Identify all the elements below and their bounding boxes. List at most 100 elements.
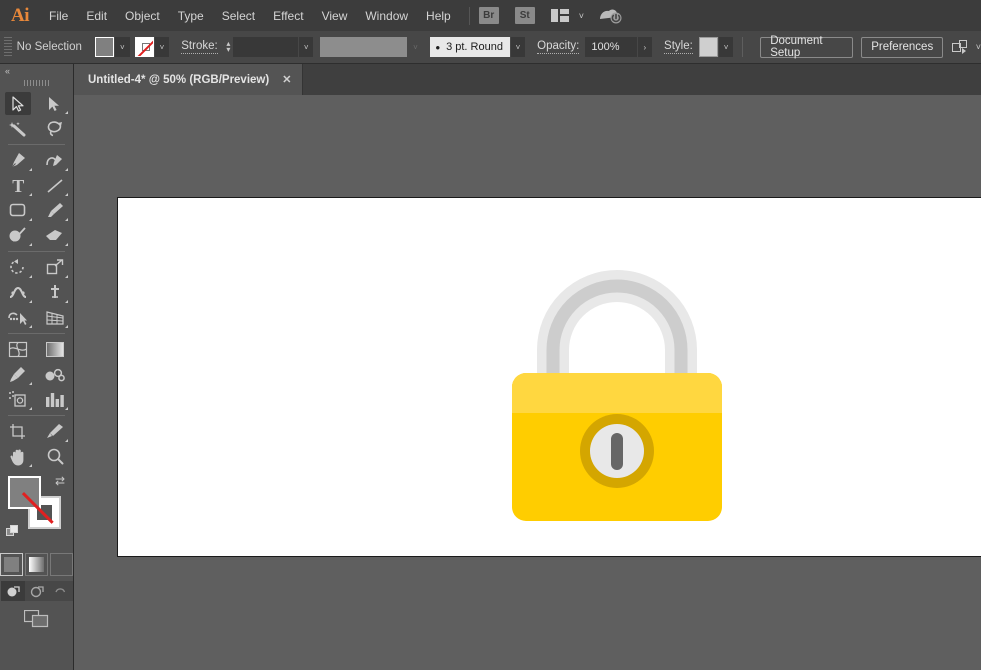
scale-tool[interactable]: [37, 255, 74, 280]
menu-item-type[interactable]: Type: [169, 4, 213, 28]
control-bar-grip[interactable]: [4, 37, 12, 57]
menu-item-window[interactable]: Window: [356, 4, 417, 28]
menu-item-edit[interactable]: Edit: [77, 4, 116, 28]
magic-wand-tool[interactable]: [0, 116, 37, 141]
stroke-weight-input[interactable]: [233, 37, 298, 57]
line-segment-tool[interactable]: [37, 173, 74, 198]
variable-width-profile-input: [320, 37, 407, 57]
brush-definition-chevron-down-icon[interactable]: ˅: [511, 37, 525, 57]
tools-grid-group-2: T: [0, 148, 73, 248]
bridge-button[interactable]: Br: [479, 7, 499, 24]
stroke-weight-stepper[interactable]: ▴▾: [224, 37, 233, 57]
tools-panel: «: [0, 64, 74, 670]
menu-item-file[interactable]: File: [40, 4, 77, 28]
draw-normal-mode[interactable]: [1, 581, 25, 601]
pen-tool[interactable]: [0, 148, 37, 173]
arrange-documents-icon[interactable]: [952, 40, 970, 55]
lasso-tool[interactable]: [37, 116, 74, 141]
tools-divider: [8, 251, 65, 252]
slice-tool[interactable]: [37, 419, 74, 444]
menu-item-object[interactable]: Object: [116, 4, 169, 28]
tools-divider: [8, 144, 65, 145]
close-icon[interactable]: ✕: [282, 73, 291, 86]
opacity-label: Opacity:: [537, 40, 579, 54]
fill-dropdown-chevron-down-icon[interactable]: ˅: [115, 37, 129, 57]
tools-grid-group-5: [0, 419, 73, 469]
zoom-tool[interactable]: [37, 444, 74, 469]
padlock-illustration[interactable]: [512, 255, 722, 521]
column-graph-tool[interactable]: [37, 387, 74, 412]
tools-panel-grip[interactable]: [24, 77, 50, 88]
blend-tool[interactable]: [37, 362, 74, 387]
menu-item-effect[interactable]: Effect: [264, 4, 312, 28]
opacity-options-arrow-icon[interactable]: ›: [638, 37, 652, 57]
direct-selection-tool[interactable]: [37, 91, 74, 116]
style-chevron-down-icon[interactable]: ˅: [719, 37, 733, 57]
menu-item-select[interactable]: Select: [213, 4, 264, 28]
rotate-tool[interactable]: [0, 255, 37, 280]
menu-item-help[interactable]: Help: [417, 4, 460, 28]
menu-bar: Ai File Edit Object Type Select Effect V…: [0, 0, 981, 31]
draw-behind-mode[interactable]: [25, 581, 49, 601]
change-screen-mode-icon[interactable]: [24, 610, 50, 633]
width-tool[interactable]: [0, 280, 37, 305]
control-bar: No Selection ˅ ˅ Stroke: ▴▾ ˅ ˅ • 3 pt. …: [0, 31, 981, 64]
workspace-layout-icon[interactable]: [551, 9, 569, 22]
variable-width-chevron-down-icon: ˅: [408, 37, 422, 57]
artboard-tool[interactable]: [0, 419, 37, 444]
tools-grid-group-1: [0, 91, 73, 141]
graphic-style-swatch[interactable]: [699, 37, 718, 57]
illustrator-window: Ai File Edit Object Type Select Effect V…: [0, 0, 981, 670]
arrange-chevron-down-icon[interactable]: ˅: [976, 42, 981, 52]
gradient-tool[interactable]: [37, 337, 74, 362]
curvature-tool[interactable]: [37, 148, 74, 173]
free-transform-tool[interactable]: [37, 280, 74, 305]
document-setup-button[interactable]: Document Setup: [760, 37, 853, 58]
color-mode-none[interactable]: [50, 553, 73, 576]
artboard[interactable]: [117, 197, 981, 557]
creative-cloud-icon[interactable]: [598, 7, 622, 25]
color-mode-flat[interactable]: [0, 553, 23, 576]
document-tab-title: Untitled-4* @ 50% (RGB/Preview): [88, 74, 269, 86]
fill-color-swatch[interactable]: [95, 37, 114, 57]
rectangle-tool[interactable]: [0, 198, 37, 223]
color-mode-gradient[interactable]: [25, 553, 48, 576]
mesh-tool[interactable]: [0, 337, 37, 362]
eraser-tool[interactable]: [37, 223, 74, 248]
control-bar-divider: [742, 37, 743, 57]
swap-fill-stroke-icon[interactable]: ⇄: [55, 474, 65, 488]
workspace-chevron-down-icon[interactable]: ˅: [579, 11, 584, 21]
tools-grid-group-3: [0, 255, 73, 330]
document-tab-bar: Untitled-4* @ 50% (RGB/Preview) ✕: [74, 64, 981, 95]
stroke-weight-chevron-down-icon[interactable]: ˅: [299, 37, 313, 57]
paintbrush-tool[interactable]: [37, 198, 74, 223]
collapse-panel-icon[interactable]: «: [0, 64, 73, 77]
stroke-weight-label: Stroke:: [181, 40, 217, 54]
tools-divider: [8, 415, 65, 416]
stock-button[interactable]: St: [515, 7, 535, 24]
default-fill-stroke-icon[interactable]: [6, 525, 19, 538]
opacity-input[interactable]: 100%: [585, 37, 636, 57]
preferences-button[interactable]: Preferences: [861, 37, 943, 58]
brush-definition-input[interactable]: • 3 pt. Round: [430, 37, 510, 57]
tools-grid-group-4: [0, 337, 73, 412]
shape-builder-tool[interactable]: [0, 305, 37, 330]
symbol-sprayer-tool[interactable]: [0, 387, 37, 412]
hand-tool[interactable]: [0, 444, 37, 469]
document-tab[interactable]: Untitled-4* @ 50% (RGB/Preview) ✕: [74, 64, 303, 95]
eyedropper-tool[interactable]: [0, 362, 37, 387]
type-tool[interactable]: T: [0, 173, 37, 198]
stroke-dropdown-chevron-down-icon[interactable]: ˅: [155, 37, 169, 57]
shaper-tool[interactable]: [0, 223, 37, 248]
stroke-color-swatch[interactable]: [135, 37, 154, 57]
menu-item-view[interactable]: View: [313, 4, 357, 28]
screen-mode-row: [0, 610, 73, 633]
brush-definition-value: 3 pt. Round: [446, 41, 503, 53]
fill-stroke-controls: ⇄: [0, 473, 73, 551]
draw-mode-buttons: [0, 581, 73, 601]
draw-inside-mode[interactable]: [49, 581, 73, 601]
canvas-area[interactable]: [74, 95, 981, 670]
perspective-grid-tool[interactable]: [37, 305, 74, 330]
selection-tool[interactable]: [0, 91, 37, 116]
selection-status-label: No Selection: [17, 41, 95, 53]
